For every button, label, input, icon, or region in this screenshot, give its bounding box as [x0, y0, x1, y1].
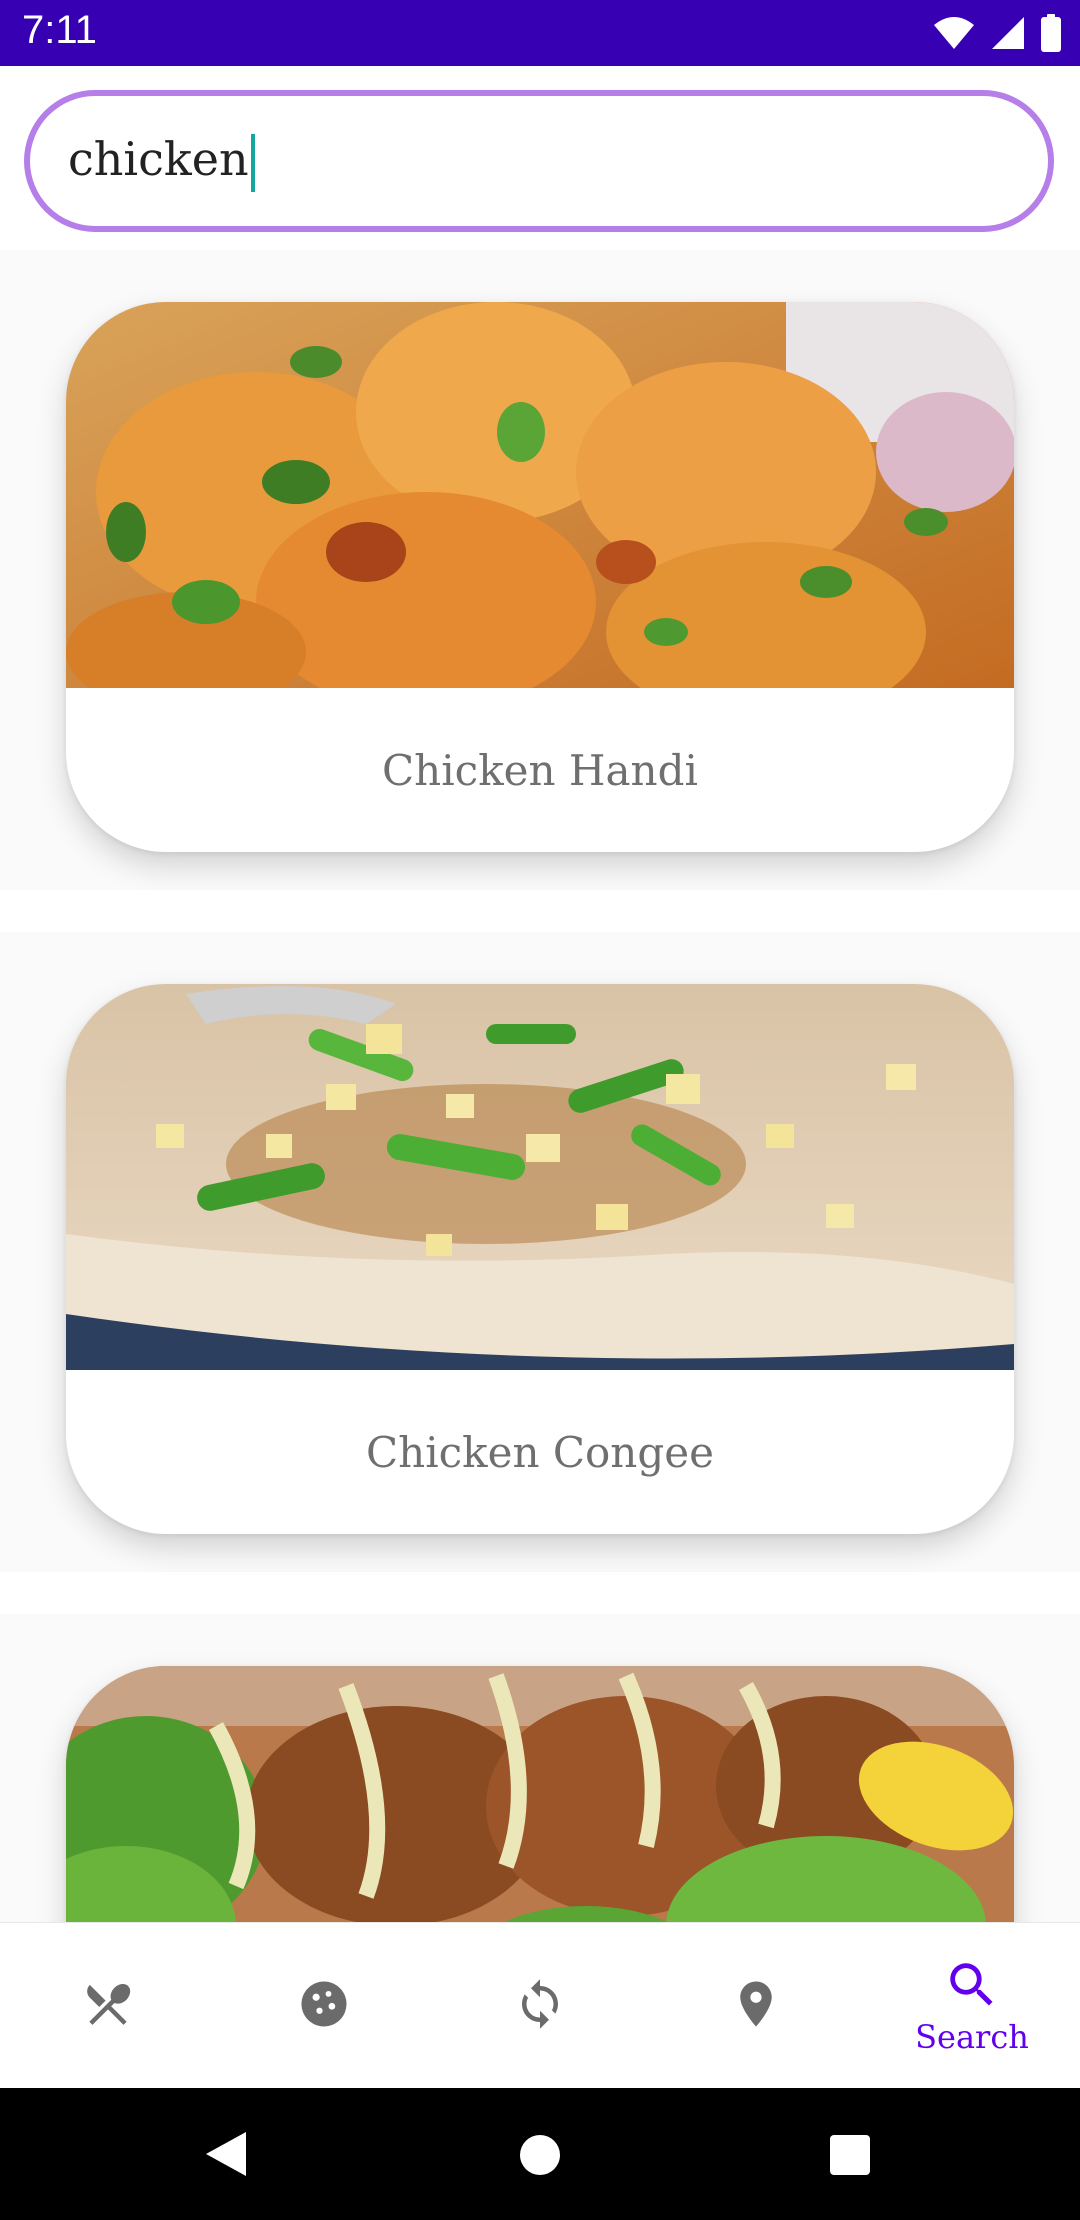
status-bar: 7:11 — [0, 0, 1080, 66]
system-navigation-bar — [0, 2088, 1080, 2220]
search-input-value: chicken — [68, 132, 249, 186]
recipe-results-list[interactable]: Chicken Handi Chicken Congee — [0, 250, 1080, 1922]
status-icons — [932, 12, 1062, 54]
result-slot — [0, 1614, 1080, 1922]
location-pin-icon — [740, 1981, 772, 2027]
signal-icon — [992, 17, 1024, 49]
result-slot: Chicken Handi — [0, 250, 1080, 890]
recents-icon[interactable] — [829, 2134, 871, 2176]
nav-item-refresh[interactable] — [432, 1923, 648, 2089]
recipe-image — [66, 984, 1014, 1370]
cookie-icon — [301, 1981, 347, 2027]
recipe-card[interactable]: Chicken Congee — [66, 984, 1014, 1534]
nav-label-search: Search — [915, 2018, 1029, 2056]
recipe-title: Chicken Congee — [366, 1427, 714, 1477]
recipe-title: Chicken Handi — [382, 745, 698, 795]
result-slot: Chicken Congee — [0, 932, 1080, 1572]
search-field[interactable]: chicken — [24, 90, 1054, 232]
battery-icon — [1041, 14, 1061, 52]
text-caret — [250, 134, 255, 192]
nav-item-recipes[interactable] — [0, 1923, 216, 2089]
nav-item-search[interactable]: Search — [864, 1923, 1080, 2089]
nav-item-cookie[interactable] — [216, 1923, 432, 2089]
recipe-image — [66, 302, 1014, 688]
bottom-navigation: Search — [0, 1922, 1080, 2089]
restaurant-icon — [87, 1984, 131, 2025]
status-time: 7:11 — [22, 8, 97, 52]
search-input[interactable]: chicken — [68, 132, 255, 192]
search-icon — [950, 1963, 993, 2006]
nav-item-location[interactable] — [648, 1923, 864, 2089]
wifi-icon — [934, 17, 974, 49]
recipe-image — [66, 1666, 1014, 1922]
home-icon[interactable] — [519, 2134, 561, 2176]
recipe-card[interactable]: Chicken Handi — [66, 302, 1014, 852]
recipe-card[interactable] — [66, 1666, 1014, 1922]
refresh-icon — [522, 1979, 558, 2029]
back-icon[interactable] — [204, 2130, 248, 2178]
